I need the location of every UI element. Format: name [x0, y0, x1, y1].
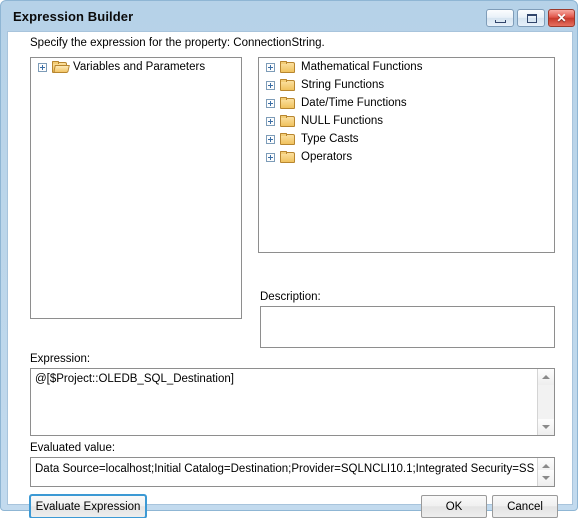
dialog-window: Expression Builder ✕ Specify the express… [0, 0, 578, 518]
title-bar[interactable]: Expression Builder ✕ [3, 3, 577, 31]
evaluate-expression-button[interactable]: Evaluate Expression [29, 494, 147, 518]
plus-box-icon[interactable] [266, 80, 275, 90]
tree-item-label: Type Casts [301, 132, 359, 145]
tree-item-label: Mathematical Functions [301, 60, 423, 73]
tree-item-label: String Functions [301, 78, 385, 91]
evaluated-value-label: Evaluated value: [30, 442, 116, 454]
functions-tree-panel[interactable]: Mathematical Functions String Functions … [258, 57, 555, 253]
close-icon: ✕ [556, 11, 567, 25]
evaluated-value-box[interactable]: Data Source=localhost;Initial Catalog=De… [30, 457, 555, 487]
minimize-button[interactable] [486, 9, 514, 27]
window-title: Expression Builder [13, 9, 134, 24]
minimize-icon [495, 20, 506, 23]
tree-item-string-functions[interactable]: String Functions [259, 76, 554, 94]
description-box [260, 306, 555, 348]
tree-item-mathematical-functions[interactable]: Mathematical Functions [259, 58, 554, 76]
tree-item-label: Date/Time Functions [301, 96, 407, 109]
evaluated-value-text: Data Source=localhost;Initial Catalog=De… [35, 463, 534, 475]
tree-item-label: NULL Functions [301, 114, 384, 127]
tree-item-label: Operators [301, 150, 353, 163]
tree-item-date-time-functions[interactable]: Date/Time Functions [259, 94, 554, 112]
plus-box-icon[interactable] [38, 62, 47, 72]
tree-item-label: Variables and Parameters [73, 60, 206, 73]
dialog-client-area: Specify the expression for the property:… [7, 31, 573, 518]
folder-icon [280, 150, 296, 164]
ok-button[interactable]: OK [421, 495, 487, 518]
folder-icon [280, 132, 296, 146]
plus-box-icon[interactable] [266, 152, 275, 162]
maximize-button[interactable] [517, 9, 545, 27]
folder-icon [280, 60, 296, 74]
cancel-button[interactable]: Cancel [492, 495, 558, 518]
folder-open-icon [52, 60, 70, 74]
folder-icon [280, 78, 296, 92]
tree-item-operators[interactable]: Operators [259, 148, 554, 166]
expression-scrollbar[interactable] [537, 369, 554, 435]
plus-box-icon[interactable] [266, 116, 275, 126]
plus-box-icon[interactable] [266, 98, 275, 108]
tree-item-type-casts[interactable]: Type Casts [259, 130, 554, 148]
variables-tree-panel[interactable]: Variables and Parameters [30, 57, 242, 319]
scroll-down-icon[interactable] [538, 470, 554, 486]
expression-value: @[$Project::OLEDB_SQL_Destination] [35, 373, 234, 385]
folder-icon [280, 96, 296, 110]
maximize-icon [527, 14, 537, 23]
folder-icon [280, 114, 296, 128]
prompt-text: Specify the expression for the property:… [30, 37, 325, 49]
plus-box-icon[interactable] [266, 62, 275, 72]
tree-item-null-functions[interactable]: NULL Functions [259, 112, 554, 130]
description-label: Description: [260, 291, 321, 303]
expression-input[interactable]: @[$Project::OLEDB_SQL_Destination] [30, 368, 555, 436]
scroll-up-icon[interactable] [538, 369, 554, 385]
expression-label: Expression: [30, 353, 91, 365]
scroll-down-icon[interactable] [538, 419, 554, 435]
tree-item-variables-and-parameters[interactable]: Variables and Parameters [31, 58, 241, 76]
plus-box-icon[interactable] [266, 134, 275, 144]
close-button[interactable]: ✕ [548, 9, 575, 27]
evaluated-value-scrollbar[interactable] [537, 458, 554, 486]
